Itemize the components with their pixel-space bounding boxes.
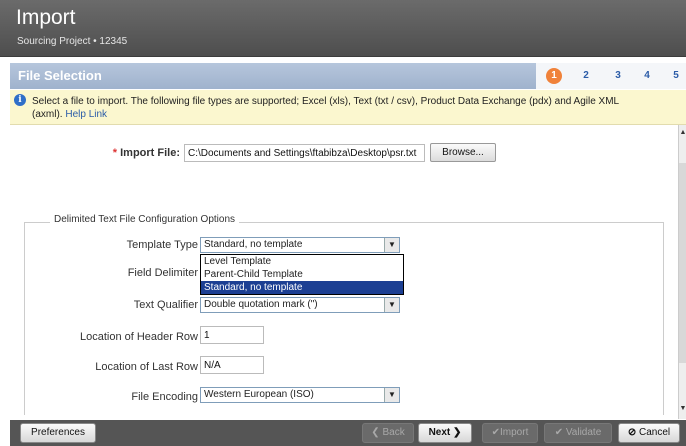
file-encoding-select[interactable]: Western European (ISO) ▼ [200,387,400,403]
scroll-down-icon[interactable]: ▼ [679,405,686,415]
template-type-value: Standard, no template [204,239,303,250]
text-qualifier-label: Text Qualifier [133,299,198,311]
import-label: Import [500,427,529,438]
last-row-label: Location of Last Row [95,361,198,373]
step-3[interactable]: 3 [610,68,626,84]
step-2[interactable]: 2 [578,68,594,84]
step-5[interactable]: 5 [668,68,684,84]
template-type-select[interactable]: Standard, no template ▼ [200,237,400,253]
step-1[interactable]: 1 [546,68,562,84]
header-row-input[interactable]: 1 [200,326,264,344]
validate-label: Validate [565,427,602,438]
cancel-label: Cancel [639,427,671,438]
import-button[interactable]: ✔Import [482,423,538,443]
step-indicator: 1 2 3 4 5 [536,63,686,89]
chevron-down-icon[interactable]: ▼ [384,298,399,312]
chevron-down-icon[interactable]: ▼ [384,388,399,402]
next-button[interactable]: Next ❯ [418,423,472,443]
scroll-up-icon[interactable]: ▲ [679,129,686,139]
window-title: Import [16,6,76,29]
next-label: Next [428,427,451,438]
template-type-dropdown: Level Template Parent-Child Template Sta… [200,254,404,295]
dropdown-option[interactable]: Level Template [201,255,403,268]
check-icon: ✔ [554,427,564,438]
chevron-right-icon: ❯ [453,427,462,438]
back-label: Back [382,427,405,438]
info-text: Select a file to import. The following f… [32,95,632,121]
info-icon: i [14,94,26,106]
import-file-input[interactable]: C:\Documents and Settings\ftabibza\Deskt… [184,144,425,162]
cancel-icon: ⊘ [627,427,637,438]
text-qualifier-select[interactable]: Double quotation mark (") ▼ [200,297,400,313]
step-bar: File Selection 1 2 3 4 5 [10,63,686,89]
window-subtitle: Sourcing Project • 12345 [17,36,128,47]
form-content: * Import File: C:\Documents and Settings… [10,125,676,419]
cancel-button[interactable]: ⊘ Cancel [618,423,680,443]
info-banner: i Select a file to import. The following… [10,90,686,125]
file-encoding-label: File Encoding [131,391,198,403]
back-button[interactable]: ❮ Back [362,423,414,443]
dropdown-option[interactable]: Parent-Child Template [201,268,403,281]
required-mark: * [112,147,118,159]
info-message: Select a file to import. The following f… [32,96,619,120]
footer-bar: Preferences ❮ Back Next ❯ ✔Import ✔ Vali… [10,420,686,446]
chevron-down-icon[interactable]: ▼ [384,238,399,252]
header-row-label: Location of Header Row [79,331,198,343]
last-row-input[interactable]: N/A [200,356,264,374]
import-file-label: * Import File: [70,147,180,159]
template-type-label: Template Type [126,239,198,251]
scroll-thumb[interactable] [679,163,686,363]
import-file-label-text: Import File: [120,147,180,159]
config-legend: Delimited Text File Configuration Option… [50,214,240,225]
step-title: File Selection [18,68,102,83]
validate-button[interactable]: ✔ Validate [544,423,612,443]
field-delimiter-label: Field Delimiter [127,267,198,279]
help-link[interactable]: Help Link [65,109,107,120]
browse-button[interactable]: Browse... [430,143,496,162]
preferences-button[interactable]: Preferences [20,423,96,443]
vertical-scrollbar[interactable]: ▲ ▼ [678,125,686,419]
chevron-left-icon: ❮ [371,427,380,438]
text-qualifier-value: Double quotation mark (") [204,299,318,310]
window-header: Import Sourcing Project • 12345 [0,0,686,57]
step-4[interactable]: 4 [639,68,655,84]
file-encoding-value: Western European (ISO) [204,389,314,400]
check-icon: ✔ [491,427,501,438]
dropdown-option-selected[interactable]: Standard, no template [201,281,403,294]
